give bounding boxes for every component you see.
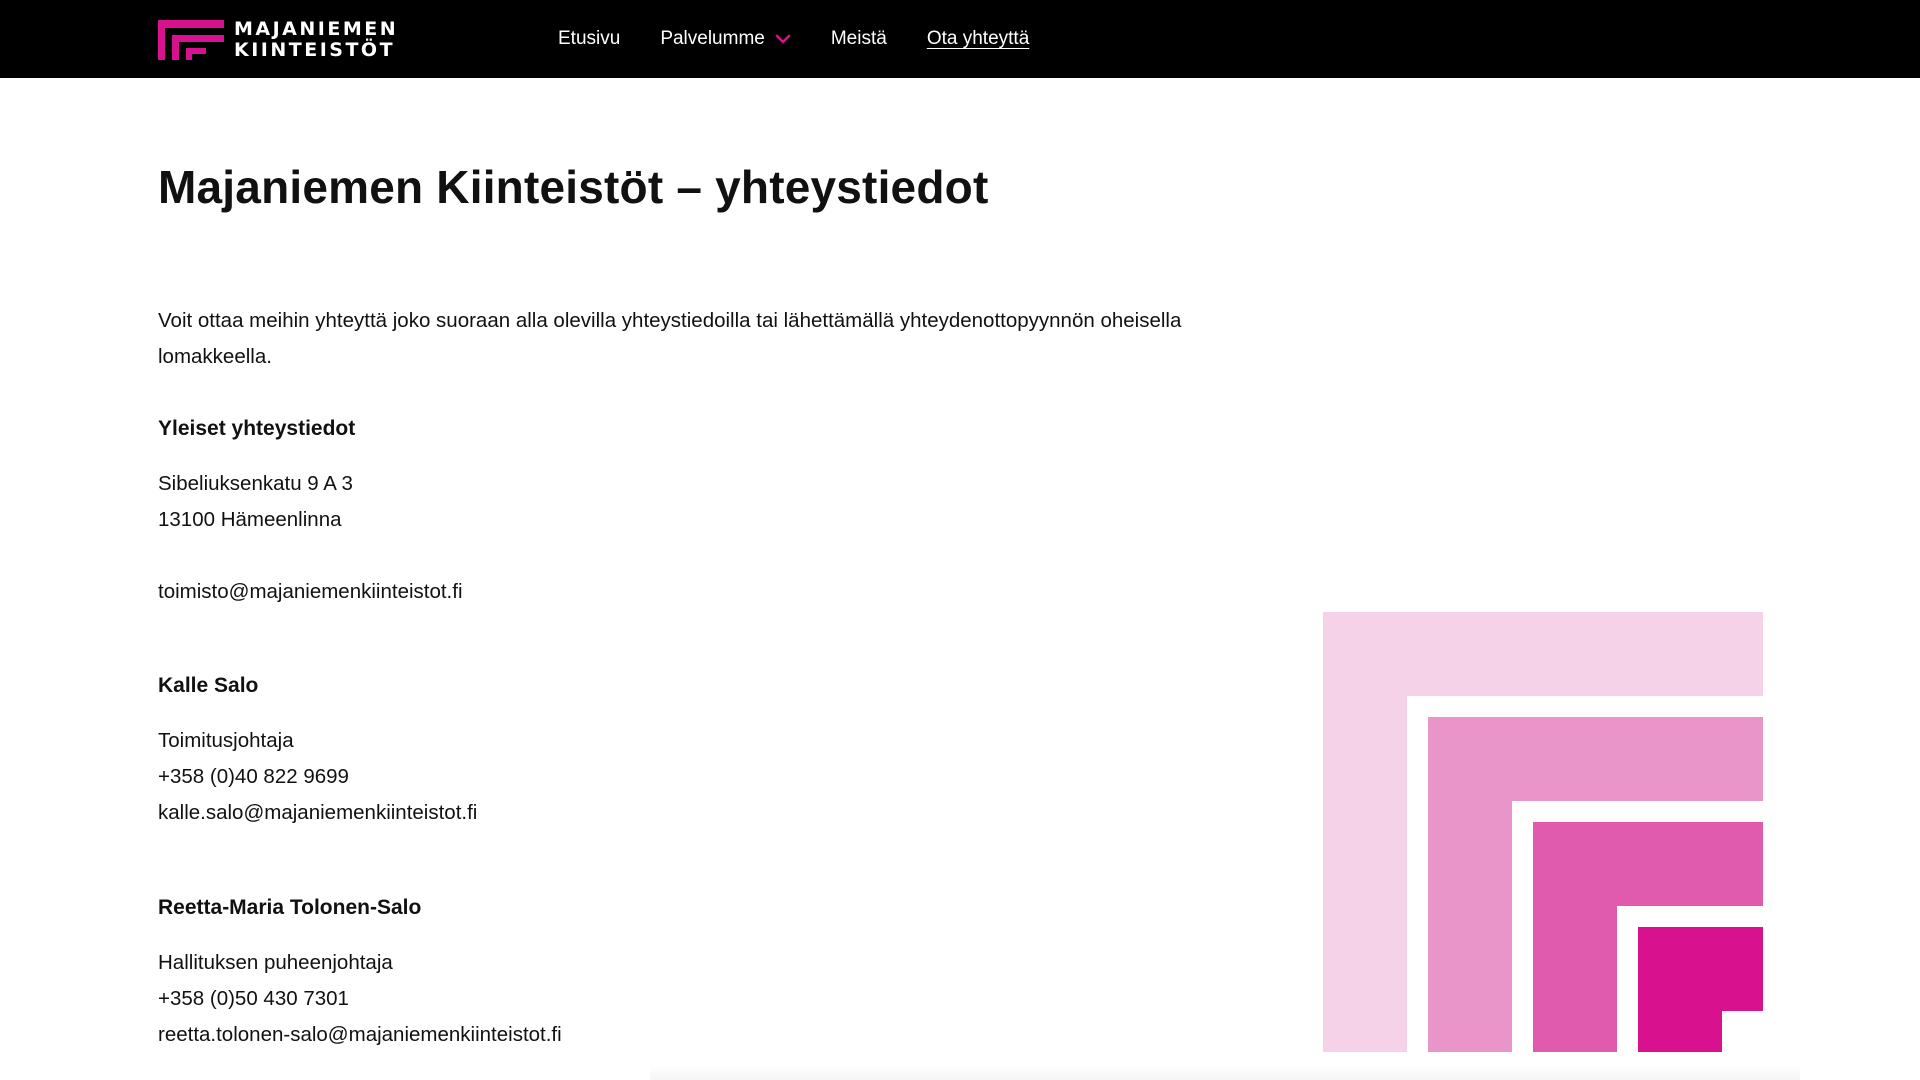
contact-email-1[interactable]: kalle.salo@majaniemenkiinteistot.fi <box>158 801 477 825</box>
general-contact-heading: Yleiset yhteystiedot <box>158 417 356 440</box>
intro-text: Voit ottaa meihin yhteyttä joko suoraan … <box>158 308 1182 368</box>
nav-item-meista[interactable]: Meistä <box>831 28 887 50</box>
nav-item-ota-yhteytta[interactable]: Ota yhteyttä <box>927 28 1029 50</box>
contact-email-2[interactable]: reetta.tolonen-salo@majaniemenkiinteisto… <box>158 1023 562 1047</box>
address-street: Sibeliuksenkatu 9 A 3 <box>158 472 353 495</box>
contact-name-2: Reetta-Maria Tolonen-Salo <box>158 896 422 919</box>
brand-logo-text: MAJANIEMEN KIINTEISTÖT <box>234 19 398 61</box>
contact-content: Majaniemen Kiinteistöt – yhteystiedot Vo… <box>158 160 1258 1046</box>
footer-shadow <box>650 1065 1800 1080</box>
brand-logo-icon <box>158 20 224 60</box>
contact-role-1: Toimitusjohtaja <box>158 729 294 752</box>
nav-item-palvelumme-label: Palvelumme <box>660 28 765 49</box>
brand-logo[interactable]: MAJANIEMEN KIINTEISTÖT <box>158 19 398 61</box>
nav-item-palvelumme[interactable]: Palvelumme <box>660 28 791 50</box>
top-navigation-bar: MAJANIEMEN KIINTEISTÖT Etusivu Palvelumm… <box>0 0 1920 78</box>
chevron-down-icon <box>775 34 791 44</box>
page-title: Majaniemen Kiinteistöt – yhteystiedot <box>158 161 989 213</box>
brand-line-1: MAJANIEMEN <box>234 18 399 40</box>
main-nav: Etusivu Palvelumme Meistä Ota yhteyttä <box>558 0 1069 78</box>
brand-line-2: KIINTEISTÖT <box>234 39 396 61</box>
address-city: 13100 Hämeenlinna <box>158 508 342 531</box>
decorative-corner-graphic <box>1323 612 1763 1052</box>
nav-item-etusivu[interactable]: Etusivu <box>558 28 620 50</box>
contact-role-2: Hallituksen puheenjohtaja <box>158 951 393 974</box>
contact-phone-2[interactable]: +358 (0)50 430 7301 <box>158 987 349 1011</box>
general-email-link[interactable]: toimisto@majaniemenkiinteistot.fi <box>158 580 463 604</box>
contact-name-1: Kalle Salo <box>158 674 259 697</box>
contact-phone-1[interactable]: +358 (0)40 822 9699 <box>158 765 349 789</box>
